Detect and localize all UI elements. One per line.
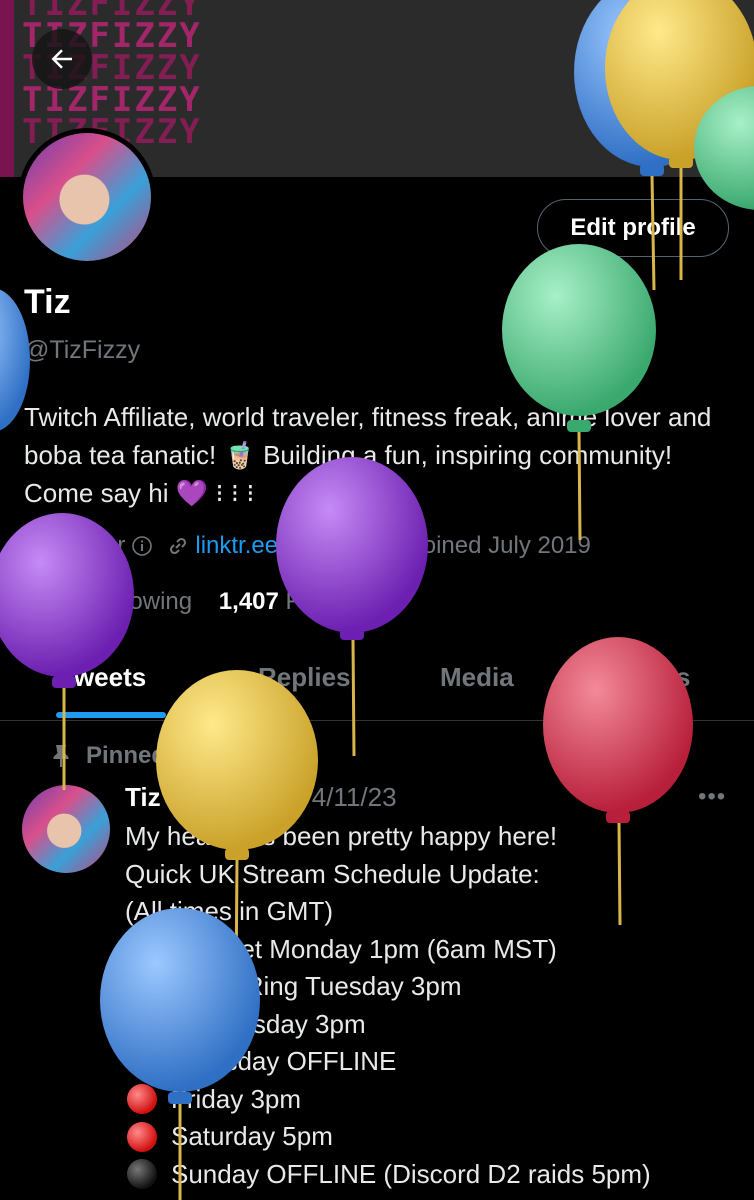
profile-joined: Joined July 2019 [410,532,591,559]
back-button[interactable] [32,29,92,89]
tab-tweets[interactable]: Tweets [60,662,146,693]
link-icon [170,537,187,555]
search-button[interactable] [580,29,640,89]
tweet-author-name[interactable]: Tiz [125,782,161,812]
briefcase-icon [25,538,45,554]
active-tab-indicator [56,712,166,718]
profile-category: Gamer [52,532,126,559]
profile-tabs: Tweets Replies Media Likes [0,650,754,721]
share-button[interactable] [660,29,720,89]
schedule-item: Friday 3pm [125,1081,745,1119]
profile-link[interactable]: linktr.ee/tizfizzy [195,532,356,560]
schedule-item: Saturday 5pm [125,1118,745,1156]
tweet-line: My heart has been pretty happy here! [125,821,558,851]
schedule-item: Wednesday 3pm [125,1006,745,1044]
tweet-header: Tiz @TizFizzy · 4/11/23 [125,782,397,813]
tweet-line: (All times in GMT) [125,896,333,926]
profile-handle: @TizFizzy [24,336,141,364]
more-icon[interactable]: ••• [698,783,726,811]
profile-name: Tiz [24,283,71,321]
tweet-line: Quick UK Stream Schedule Update: [125,858,540,889]
avatar-image [23,133,151,261]
black-circle-icon [127,1159,157,1190]
tab-likes[interactable]: Likes [624,662,691,693]
banner-stripe [0,0,14,177]
tweet-author-handle[interactable]: @TizFizzy [168,782,289,812]
pinned-label: Pinned Tweet [53,742,239,770]
profile-meta: Gamer linktr.ee/tizfizzy Joined July 201… [24,532,591,560]
red-circle-icon [127,1121,157,1152]
schedule-item: Sunday OFFLINE (Discord D2 raids 5pm) [125,1156,745,1194]
schedule-item: Mindset Monday 1pm (6am MST) [125,931,745,969]
black-circle-icon [127,1046,157,1077]
edit-profile-button[interactable]: Edit profile [537,199,729,257]
tweet-date[interactable]: · 4/11/23 [296,782,397,812]
schedule-item: Thursday OFFLINE [125,1043,745,1081]
profile-stats: 1,590 Following 1,407 Followers [24,588,388,616]
info-icon[interactable] [131,535,153,557]
blue-circle-icon [127,934,157,965]
tweet-avatar[interactable] [22,785,110,873]
tab-replies[interactable]: Replies [258,662,351,693]
profile-avatar[interactable] [18,128,156,266]
blue-circle-icon [127,1009,157,1040]
tab-media[interactable]: Media [440,662,514,693]
red-circle-icon [127,1084,157,1115]
arrow-left-icon [51,49,72,69]
share-icon [678,44,702,73]
following-link[interactable]: 1,590 Following [24,588,192,615]
profile-bio: Twitch Affiliate, world traveler, fitnes… [24,402,712,508]
pin-icon [53,745,69,767]
schedule-item: Elden Ring Tuesday 3pm [125,968,745,1006]
tweet-text: My heart has been pretty happy here! Qui… [125,818,745,1193]
followers-link[interactable]: 1,407 Followers [219,588,388,615]
blue-circle-icon [127,971,157,1002]
calendar-icon [383,538,404,556]
search-icon [597,46,624,73]
avatar-image [22,785,110,873]
